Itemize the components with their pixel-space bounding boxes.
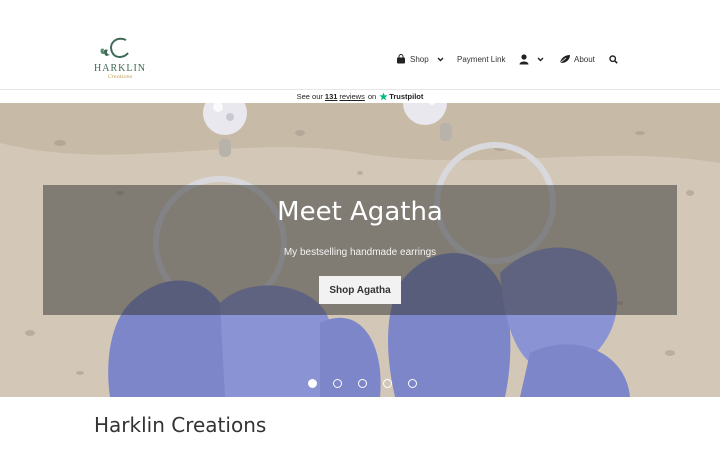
trustpilot-star-icon bbox=[379, 92, 388, 101]
slider-dot-3[interactable] bbox=[358, 379, 367, 388]
trustpilot-bar[interactable]: See our 131 reviews on Trustpilot bbox=[0, 90, 720, 103]
hero-subtitle: My bestselling handmade earrings bbox=[283, 247, 437, 258]
bag-icon bbox=[397, 54, 405, 64]
hero-title: Meet Agatha bbox=[277, 197, 443, 227]
user-icon bbox=[519, 53, 529, 64]
hero-slider: Meet Agatha My bestselling handmade earr… bbox=[0, 103, 720, 397]
nav-shop-label: Shop bbox=[410, 54, 429, 64]
slider-dot-2[interactable] bbox=[333, 379, 342, 388]
trustpilot-logo[interactable]: Trustpilot bbox=[379, 92, 423, 101]
page-heading: Harklin Creations bbox=[94, 413, 267, 437]
hero-caption: Meet Agatha My bestselling handmade earr… bbox=[43, 185, 677, 315]
site-header: HARKLIN Creations Shop Payment Link Abou… bbox=[0, 0, 720, 90]
trust-prefix: See our bbox=[296, 92, 323, 101]
search-button[interactable] bbox=[609, 49, 618, 69]
review-count: 131 bbox=[324, 92, 338, 101]
trust-on: on bbox=[367, 92, 377, 101]
nav-payment-link[interactable]: Payment Link bbox=[457, 49, 505, 69]
reviews-link[interactable]: reviews bbox=[339, 92, 364, 101]
logo-tagline: Creations bbox=[107, 74, 133, 80]
chevron-down-icon[interactable] bbox=[537, 57, 544, 62]
nav-about[interactable]: About bbox=[559, 49, 595, 69]
nav-payment-label: Payment Link bbox=[457, 54, 506, 64]
leaf-icon bbox=[559, 55, 570, 64]
logo-name: HARKLIN bbox=[94, 63, 146, 74]
slider-dot-4[interactable] bbox=[383, 379, 392, 388]
nav-about-label: About bbox=[574, 54, 595, 64]
shop-agatha-button[interactable]: Shop Agatha bbox=[319, 276, 401, 304]
trustpilot-brand: Trustpilot bbox=[389, 92, 424, 101]
nav-account[interactable] bbox=[519, 49, 544, 69]
slider-dot-1[interactable] bbox=[308, 379, 317, 388]
site-logo[interactable]: HARKLIN Creations bbox=[92, 34, 148, 84]
search-icon bbox=[609, 54, 618, 64]
slider-dots bbox=[308, 379, 433, 388]
logo-monogram-icon bbox=[100, 37, 129, 58]
nav-shop[interactable]: Shop bbox=[396, 49, 444, 69]
slider-dot-5[interactable] bbox=[408, 379, 417, 388]
chevron-down-icon[interactable] bbox=[437, 57, 444, 62]
